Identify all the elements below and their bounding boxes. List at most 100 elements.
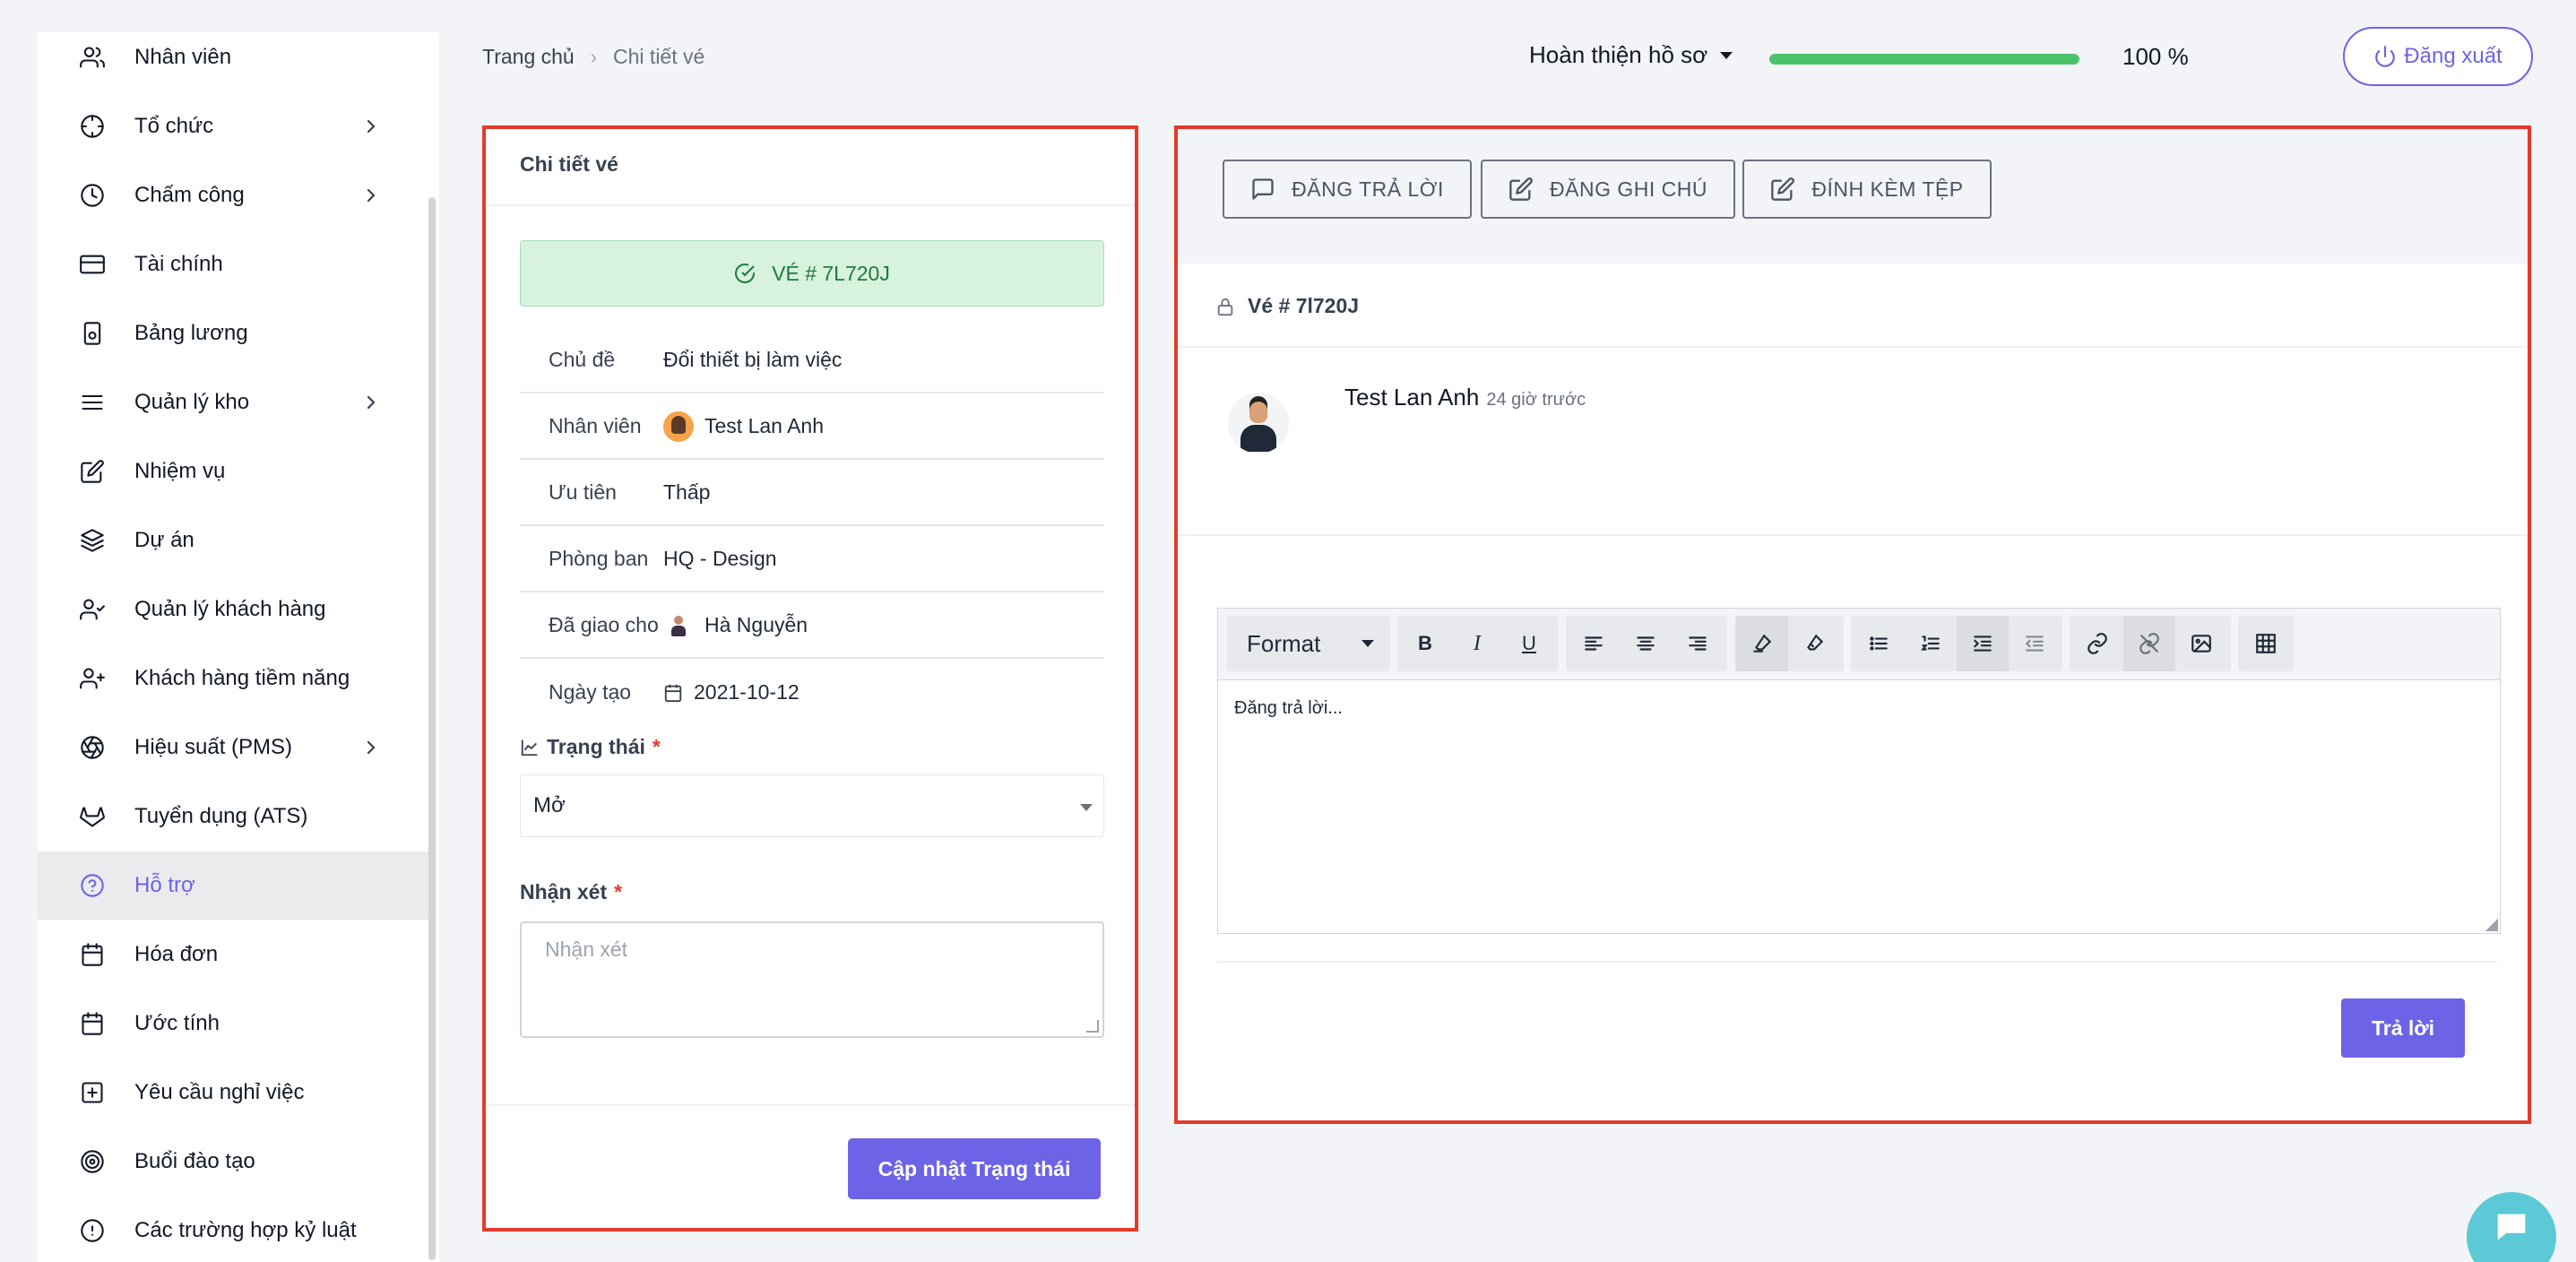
user-check-icon: [79, 596, 106, 623]
unlink-icon[interactable]: [2123, 616, 2175, 671]
breadcrumb-home[interactable]: Trang chủ: [482, 45, 575, 69]
sidebar-item-10[interactable]: Khách hàng tiềm năng: [38, 644, 428, 713]
remove-format-icon[interactable]: [1736, 616, 1788, 671]
avatar: [663, 609, 694, 641]
status-label-text: Trạng thái: [547, 735, 645, 758]
sidebar-item-label: Hiệu suất (PMS): [134, 735, 293, 759]
sidebar-item-label: Tuyển dụng (ATS): [134, 804, 308, 828]
update-status-button[interactable]: Cập nhật Trạng thái: [848, 1138, 1101, 1199]
sidebar-item-11[interactable]: Hiệu suất (PMS): [38, 713, 428, 782]
reply-author: Test Lan Anh 24 giờ trước: [1344, 384, 1586, 411]
sidebar-item-label: Hỗ trợ: [134, 873, 195, 897]
ticket-id-text: VÉ # 7L720J: [772, 261, 890, 285]
sidebar-scrollbar[interactable]: [428, 197, 436, 1260]
comment-textarea[interactable]: Nhận xét: [520, 921, 1104, 1038]
message-square-icon: [1252, 178, 1274, 200]
info-row-assignee: Đã giao cho Hà Nguyễn: [520, 593, 1104, 659]
avatar: [1228, 393, 1289, 454]
format-dropdown[interactable]: Format: [1227, 616, 1390, 671]
chevron-right-icon: [360, 737, 382, 758]
bullet-list-icon[interactable]: [1853, 616, 1905, 671]
edit-icon: [1509, 177, 1533, 201]
resize-handle[interactable]: [1086, 1020, 1099, 1033]
sidebar-item-17[interactable]: Buổi đào tạo: [38, 1128, 428, 1196]
employee-name[interactable]: Test Lan Anh: [705, 414, 824, 438]
sidebar-item-label: Buổi đào tạo: [134, 1149, 255, 1173]
info-label: Nhân viên: [549, 414, 642, 437]
sidebar-item-5[interactable]: Bảng lương: [38, 299, 428, 367]
sidebar-item-13[interactable]: Hỗ trợ: [38, 851, 428, 920]
breadcrumb-current: Chi tiết vé: [613, 45, 705, 68]
post-note-button[interactable]: ĐĂNG GHI CHÚ: [1481, 160, 1735, 219]
reply-editor: Format B I U Đăng trả lời...: [1217, 608, 2501, 934]
caret-down-icon: [1720, 51, 1733, 59]
info-row-department: Phòng ban HQ - Design: [520, 527, 1104, 592]
link-icon[interactable]: [2071, 616, 2123, 671]
profile-progress-fill: [1769, 54, 2079, 65]
edit-icon: [1771, 177, 1795, 201]
post-reply-button[interactable]: ĐĂNG TRẢ LỜI: [1223, 160, 1472, 219]
table-icon[interactable]: [2240, 616, 2292, 671]
align-group: [1566, 616, 1727, 671]
align-right-icon[interactable]: [1672, 616, 1724, 671]
status-select[interactable]: Mở: [520, 774, 1104, 837]
profile-completion-dropdown[interactable]: Hoàn thiện hồ sơ: [1529, 41, 1733, 69]
outdent-icon[interactable]: [2009, 616, 2061, 671]
caret-down-icon: [1361, 640, 1374, 647]
sidebar-item-3[interactable]: Chấm công: [38, 161, 428, 229]
panel-title: Chi tiết vé: [520, 152, 618, 176]
numbered-list-icon[interactable]: [1905, 616, 1957, 671]
sidebar-item-18[interactable]: Các trường hợp kỷ luật: [38, 1197, 428, 1262]
indent-icon[interactable]: [1957, 616, 2009, 671]
sidebar: Nhân viên Tổ chức Chấm công Tài chính Bảng l…: [38, 32, 439, 1262]
editor-toolbar: Format B I U: [1218, 609, 2500, 680]
sidebar-item-2[interactable]: Tổ chức: [38, 92, 428, 160]
sidebar-item-label: Dự án: [134, 528, 194, 552]
sidebar-item-9[interactable]: Quản lý khách hàng: [38, 575, 428, 644]
user-plus-icon: [79, 665, 106, 692]
info-label: Ưu tiên: [549, 480, 617, 504]
divider: [486, 204, 1135, 206]
comment-label-text: Nhận xét: [520, 880, 608, 903]
chevron-right-icon: [360, 116, 382, 137]
status-value: Mở: [533, 793, 566, 817]
sidebar-item-12[interactable]: Tuyển dụng (ATS): [38, 782, 428, 851]
info-label: Đã giao cho: [549, 613, 659, 636]
editor-content[interactable]: Đăng trả lời...: [1234, 698, 1343, 719]
layers-icon: [79, 527, 106, 554]
sidebar-item-label: Quản lý kho: [134, 390, 250, 414]
required-mark: *: [614, 880, 623, 903]
info-row-subject: Chủ đề Đổi thiết bị làm việc: [520, 328, 1104, 393]
chat-support-button[interactable]: [2467, 1192, 2556, 1262]
resize-handle[interactable]: [2485, 919, 2498, 931]
calendar-icon: [664, 684, 682, 702]
sidebar-item-16[interactable]: Yêu cầu nghỉ việc: [38, 1059, 428, 1127]
post-reply-label: ĐĂNG TRẢ LỜI: [1292, 177, 1444, 201]
attach-file-button[interactable]: ĐÍNH KÈM TỆP: [1742, 160, 1992, 219]
sidebar-item-14[interactable]: Hóa đơn: [38, 921, 428, 989]
info-value: Thấp: [663, 480, 711, 504]
sidebar-item-8[interactable]: Dự án: [38, 506, 428, 575]
underline-button[interactable]: U: [1503, 616, 1555, 671]
avatar: [663, 411, 694, 442]
sidebar-item-label: Khách hàng tiềm năng: [134, 666, 350, 690]
italic-button[interactable]: I: [1451, 616, 1503, 671]
sidebar-item-15[interactable]: Ước tính: [38, 990, 428, 1058]
sidebar-item-1[interactable]: Nhân viên: [38, 32, 428, 91]
image-icon[interactable]: [2175, 616, 2227, 671]
paint-brush-icon[interactable]: [1788, 616, 1840, 671]
sidebar-item-4[interactable]: Tài chính: [38, 230, 428, 298]
ticket-detail-panel: Chi tiết vé VÉ # 7L720J Chủ đề Đổi thiết…: [482, 125, 1138, 1232]
trending-up-icon: [521, 739, 538, 756]
sidebar-item-7[interactable]: Nhiệm vụ: [38, 437, 428, 506]
info-label: Phòng ban: [549, 547, 649, 570]
text-style-group: B I U: [1397, 616, 1559, 671]
align-left-icon[interactable]: [1568, 616, 1620, 671]
reply-submit-button[interactable]: Trả lời: [2341, 998, 2465, 1058]
align-center-icon[interactable]: [1620, 616, 1672, 671]
logout-button[interactable]: Đăng xuất: [2343, 27, 2533, 86]
assignee-name[interactable]: Hà Nguyễn: [705, 613, 808, 637]
sidebar-item-6[interactable]: Quản lý kho: [38, 368, 428, 437]
info-value: 2021-10-12: [663, 680, 800, 704]
bold-button[interactable]: B: [1399, 616, 1451, 671]
